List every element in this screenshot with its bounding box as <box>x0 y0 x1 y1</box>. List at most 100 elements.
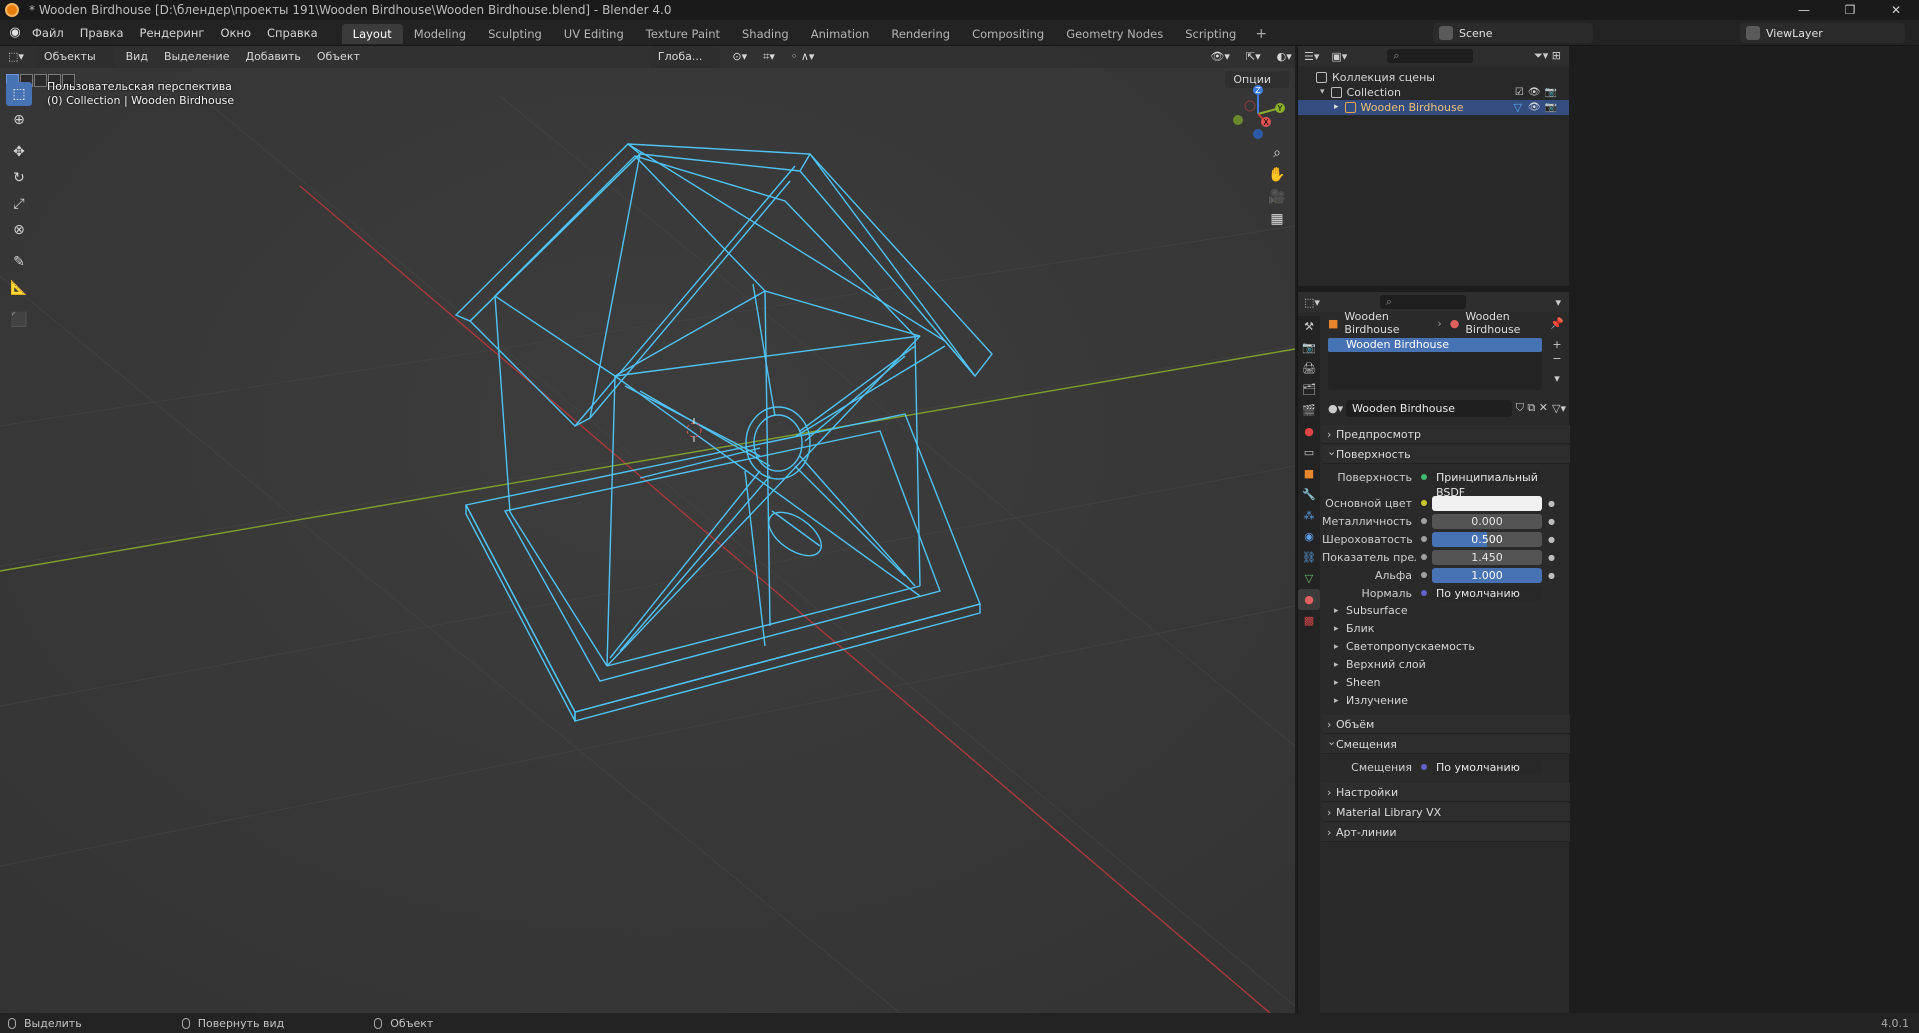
tab-animation[interactable]: Animation <box>800 24 881 44</box>
displacement-field[interactable]: По умолчанию <box>1432 759 1542 775</box>
tab-geometry-nodes[interactable]: Geometry Nodes <box>1055 24 1174 44</box>
zoom-icon[interactable]: ⌕ <box>1265 142 1289 164</box>
normal-field[interactable]: По умолчанию <box>1432 585 1542 601</box>
outliner-collection-row[interactable]: ▾ Collection ☑👁📷 <box>1298 85 1569 100</box>
remove-slot-button[interactable]: − <box>1548 352 1566 366</box>
subpanel-transmission[interactable]: Светопропускаемость <box>1322 638 1570 656</box>
filter-icon[interactable]: ⏷▾ ⊞ <box>1534 49 1561 63</box>
modifier-tab-icon[interactable]: 🔧 <box>1298 484 1320 505</box>
slot-menu-icon[interactable]: ▾ <box>1548 372 1566 386</box>
particles-tab-icon[interactable]: ⁂ <box>1298 505 1320 526</box>
gizmo-toggle-icon[interactable]: ⇱▾ <box>1238 46 1269 68</box>
outliner-scene-collection[interactable]: Коллекция сцены <box>1298 70 1569 85</box>
measure-tool-icon[interactable]: 📐 <box>6 276 32 300</box>
expand-arrow-icon[interactable]: ▾ <box>1320 85 1325 100</box>
tab-compositing[interactable]: Compositing <box>961 24 1055 44</box>
navigation-gizmo[interactable]: Z Y X <box>1222 82 1294 142</box>
collection-visibility-icons[interactable]: ☑👁📷 <box>1515 85 1561 100</box>
display-mode-icon[interactable]: ▣▾ <box>1331 50 1347 63</box>
outliner-object-row[interactable]: ▸ Wooden Birdhouse ▽ 👁📷 <box>1298 100 1569 115</box>
roughness-field[interactable]: 0.500 <box>1432 531 1542 547</box>
snap-icon[interactable]: ⌗▾ <box>755 46 783 68</box>
viewport-menu-view[interactable]: Вид <box>118 46 156 68</box>
collection-tab-icon[interactable]: ▭ <box>1298 442 1320 463</box>
pin-icon[interactable]: 📌 <box>1550 317 1564 330</box>
move-tool-icon[interactable]: ✥ <box>6 140 32 164</box>
data-tab-icon[interactable]: ▽ <box>1298 568 1320 589</box>
scene-selector[interactable]: Scene <box>1433 23 1593 43</box>
properties-editor-icon[interactable]: ⬚▾ <box>1304 296 1320 309</box>
viewport-menu-add[interactable]: Добавить <box>237 46 308 68</box>
view-layer-selector[interactable]: ViewLayer <box>1740 23 1905 43</box>
keyframe-dot-icon[interactable]: ● <box>1548 553 1555 562</box>
menu-help[interactable]: Справка <box>259 22 326 44</box>
camera-view-icon[interactable]: 🎥 <box>1265 186 1289 208</box>
rotate-tool-icon[interactable]: ↻ <box>6 166 32 190</box>
maximize-button[interactable]: ❐ <box>1827 0 1873 20</box>
tab-shading[interactable]: Shading <box>731 24 800 44</box>
output-tab-icon[interactable]: 🖨 <box>1298 358 1320 379</box>
panel-material-library[interactable]: Material Library VX <box>1322 803 1570 822</box>
menu-window[interactable]: Окно <box>212 22 259 44</box>
material-slot-item[interactable]: Wooden Birdhouse <box>1328 338 1542 352</box>
visibility-icon[interactable]: 👁▾ <box>1202 46 1238 68</box>
viewport-menu-object[interactable]: Объект <box>309 46 368 68</box>
browse-material-icon[interactable]: ●▾ <box>1328 402 1343 415</box>
select-subtract-icon[interactable] <box>34 73 47 87</box>
physics-tab-icon[interactable]: ◉ <box>1298 526 1320 547</box>
keyframe-dot-icon[interactable]: ● <box>1548 517 1555 526</box>
metallic-field[interactable]: 0.000 <box>1432 513 1542 529</box>
proportional-editing-icon[interactable]: ◦ ∧▾ <box>783 46 823 68</box>
tab-rendering[interactable]: Rendering <box>880 24 961 44</box>
material-tab-icon[interactable]: ● <box>1298 589 1320 610</box>
surface-shader-field[interactable]: Принципиальный BSDF <box>1432 469 1542 499</box>
view-layer-tab-icon[interactable]: 🗂 <box>1298 379 1320 400</box>
properties-options-icon[interactable]: ▾ <box>1555 296 1561 309</box>
base-color-swatch[interactable] <box>1432 495 1542 511</box>
annotate-tool-icon[interactable]: ✎ <box>6 250 32 274</box>
pivot-icon[interactable]: ⊙▾ <box>724 46 755 68</box>
subpanel-coat[interactable]: Верхний слой <box>1322 656 1570 674</box>
3d-viewport[interactable]: ⬚▾ Объекты Вид Выделение Добавить Объект… <box>0 46 1295 1013</box>
keyframe-dot-icon[interactable]: ● <box>1548 535 1555 544</box>
properties-search-input[interactable]: ⌕ <box>1379 295 1466 309</box>
tab-layout[interactable]: Layout <box>341 23 403 44</box>
minimize-button[interactable]: — <box>1781 0 1827 20</box>
constraints-tab-icon[interactable]: ⛓ <box>1298 547 1320 568</box>
mode-dropdown[interactable]: Объекты <box>35 46 114 68</box>
editor-type-icon[interactable]: ⬚▾ <box>0 46 32 68</box>
close-button[interactable]: ✕ <box>1873 0 1919 20</box>
object-tab-icon[interactable]: ■ <box>1298 463 1320 484</box>
add-slot-button[interactable]: + <box>1548 338 1566 352</box>
cursor-tool-icon[interactable]: ⊕ <box>6 108 32 132</box>
tab-modeling[interactable]: Modeling <box>403 24 477 44</box>
scale-tool-icon[interactable]: ⤢ <box>6 192 32 216</box>
transform-orientation-dropdown[interactable]: Глоба... <box>649 46 721 68</box>
tab-uv-editing[interactable]: UV Editing <box>553 24 635 44</box>
subpanel-specular[interactable]: Блик <box>1322 620 1570 638</box>
render-tab-icon[interactable]: 📷 <box>1298 337 1320 358</box>
add-cube-tool-icon[interactable]: ⬛ <box>6 308 32 332</box>
overlay-toggle-icon[interactable]: ◐▾ <box>1269 46 1295 68</box>
tool-tab-icon[interactable]: ⚒ <box>1298 316 1320 337</box>
subpanel-subsurface[interactable]: Subsurface <box>1322 602 1570 620</box>
outliner-editor-icon[interactable]: ☰▾ <box>1304 50 1319 63</box>
subpanel-sheen[interactable]: Sheen <box>1322 674 1570 692</box>
blender-menu-icon[interactable]: ◉ <box>6 25 24 40</box>
pan-hand-icon[interactable]: ✋ <box>1265 164 1289 186</box>
subpanel-emission[interactable]: Излучение <box>1322 692 1570 710</box>
keyframe-dot-icon[interactable]: ● <box>1548 571 1555 580</box>
texture-tab-icon[interactable]: ▩ <box>1298 610 1320 631</box>
material-name-field[interactable]: Wooden Birdhouse <box>1346 399 1512 417</box>
outliner-search-input[interactable]: ⌕ <box>1387 49 1474 63</box>
panel-preview[interactable]: Предпросмотр <box>1322 425 1570 444</box>
select-box-tool-icon[interactable]: ⬚ <box>6 82 32 106</box>
transform-tool-icon[interactable]: ⊗ <box>6 218 32 242</box>
tab-scripting[interactable]: Scripting <box>1174 24 1247 44</box>
fake-user-icon[interactable]: ⛉ ⧉ ✕ <box>1516 401 1548 415</box>
add-workspace-button[interactable]: + <box>1247 24 1275 44</box>
panel-surface[interactable]: Поверхность <box>1322 442 1570 464</box>
tab-texture-paint[interactable]: Texture Paint <box>635 24 731 44</box>
node-link-icon[interactable]: ▽▾ <box>1552 402 1566 415</box>
ior-field[interactable]: 1.450 <box>1432 549 1542 565</box>
